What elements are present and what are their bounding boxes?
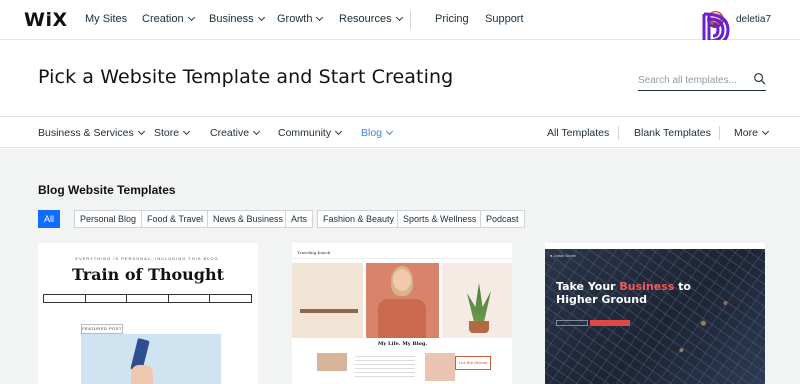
search-input[interactable] <box>638 72 748 86</box>
nav-creation-label: Creation <box>142 13 184 25</box>
filter-arts[interactable]: Arts <box>285 210 314 228</box>
filter-news-business[interactable]: News & Business <box>207 210 290 228</box>
page-title: Pick a Website Template and Start Creati… <box>38 66 454 88</box>
wix-logo[interactable]: WiX <box>24 9 68 31</box>
nav-pricing-label: Pricing <box>435 13 469 25</box>
nav-support[interactable]: Support <box>485 13 524 25</box>
chevron-down-icon <box>137 127 145 136</box>
more-menu[interactable]: More <box>734 127 769 139</box>
search-icon[interactable] <box>753 72 766 85</box>
category-blog[interactable]: Blog <box>361 127 394 139</box>
template-tagline: EVERYTHING IS PERSONAL. INCLUDING THIS B… <box>75 256 221 261</box>
chevron-down-icon <box>395 13 403 22</box>
nav-pricing[interactable]: Pricing <box>435 13 469 25</box>
filter-food-travel[interactable]: Food & Travel <box>141 210 210 228</box>
template-card-my-life-my-blog[interactable]: Traveling Knack My Life. My Blog. Let th… <box>292 243 512 384</box>
title-highlight: Business <box>619 280 675 293</box>
category-business-services[interactable]: Business & Services <box>38 127 145 139</box>
nav-divider <box>410 11 411 29</box>
section-title: Blog Website Templates <box>38 183 176 197</box>
portrait-face <box>393 269 411 291</box>
post-thumbnail <box>425 353 455 381</box>
filter-podcast[interactable]: Podcast <box>480 210 525 228</box>
category-label: Community <box>278 127 332 139</box>
post-text-lines <box>355 353 415 378</box>
template-caption: My Life. My Blog. <box>366 338 439 347</box>
category-creative[interactable]: Creative <box>210 127 261 139</box>
template-gallery: Blog Website Templates All Personal Blog… <box>0 149 800 384</box>
chevron-down-icon <box>335 127 343 136</box>
nav-creation[interactable]: Creation <box>142 13 195 25</box>
template-brand: ● Jonah Stone <box>550 253 576 258</box>
nav-growth[interactable]: Growth <box>277 13 324 25</box>
template-title: Train of Thought <box>72 265 224 284</box>
filter-sports-wellness[interactable]: Sports & Wellness <box>397 210 483 228</box>
category-divider <box>618 126 619 140</box>
nav-my-sites[interactable]: My Sites <box>85 13 127 25</box>
chevron-down-icon <box>183 127 191 136</box>
blank-templates-link[interactable]: Blank Templates <box>634 127 711 139</box>
nav-resources[interactable]: Resources <box>339 13 403 25</box>
template-brand: Traveling Knack <box>297 250 331 255</box>
chevron-down-icon <box>253 127 261 136</box>
category-store[interactable]: Store <box>154 127 191 139</box>
nav-support-label: Support <box>485 13 524 25</box>
chevron-down-icon <box>257 13 265 22</box>
all-templates-link[interactable]: All Templates <box>547 127 609 139</box>
category-label: Business & Services <box>38 127 134 139</box>
chevron-down-icon <box>316 13 324 22</box>
search-box[interactable] <box>638 70 766 91</box>
nav-business[interactable]: Business <box>209 13 265 25</box>
template-menu-bar <box>43 294 252 303</box>
template-title: Take Your Business to Higher Ground <box>556 280 696 306</box>
category-community[interactable]: Community <box>278 127 343 139</box>
pot-icon <box>469 321 489 333</box>
template-cta: Let the dream <box>455 356 491 370</box>
category-label: Blog <box>361 127 383 139</box>
hand-image <box>131 365 153 384</box>
category-label: Creative <box>210 127 250 139</box>
nav-my-sites-label: My Sites <box>85 13 128 25</box>
template-card-train-of-thought[interactable]: EVERYTHING IS PERSONAL. INCLUDING THIS B… <box>38 243 258 384</box>
title-prefix: Take Your <box>556 280 620 293</box>
chevron-down-icon <box>187 13 195 22</box>
category-divider <box>719 126 720 140</box>
nav-resources-label: Resources <box>339 13 392 25</box>
template-card-business-higher-ground[interactable]: ● Jonah Stone Take Your Business to High… <box>545 243 765 384</box>
category-label: Store <box>154 127 180 139</box>
table-shape <box>300 309 358 313</box>
top-navigation-bar: WiX My Sites Creation Business Growth Re… <box>0 0 800 40</box>
category-bar: Business & Services Store Creative Commu… <box>0 116 800 148</box>
chevron-down-icon <box>385 127 394 136</box>
post-thumbnail <box>317 353 347 371</box>
city-aerial-image <box>545 249 765 384</box>
room-image <box>292 263 363 338</box>
template-email-field <box>556 320 588 326</box>
template-cta-button <box>590 320 630 326</box>
more-label: More <box>734 127 758 139</box>
nav-business-label: Business <box>209 13 254 25</box>
portrait-body <box>378 299 426 338</box>
featured-post-label: FEATURED POST <box>81 324 123 334</box>
filter-all[interactable]: All <box>38 210 61 228</box>
filter-fashion-beauty[interactable]: Fashion & Beauty <box>317 210 401 228</box>
nav-growth-label: Growth <box>277 13 313 25</box>
chevron-down-icon <box>761 127 769 136</box>
page-header: Pick a Website Template and Start Creati… <box>0 40 800 116</box>
filter-personal-blog[interactable]: Personal Blog <box>74 210 143 228</box>
